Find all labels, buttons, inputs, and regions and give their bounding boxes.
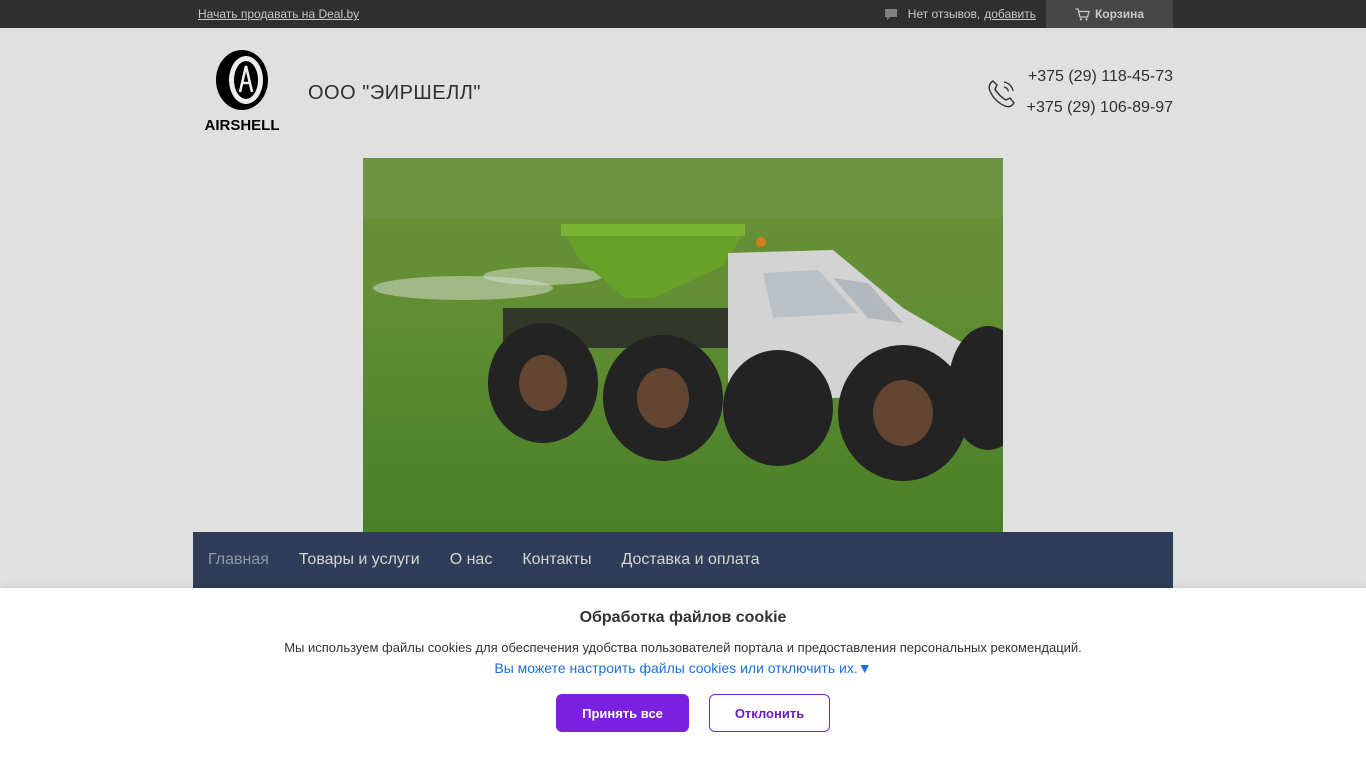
cart-button[interactable]: Корзина — [1046, 0, 1173, 28]
reviews-text: Нет отзывов, — [907, 7, 981, 21]
nav-contacts[interactable]: Контакты — [522, 551, 591, 569]
phone-number-2[interactable]: +375 (29) 106-89-97 — [1027, 99, 1173, 117]
banner-image — [363, 158, 1003, 532]
site-header: AIRSHELL ООО "ЭИРШЕЛЛ" +375 (29) 118-45-… — [0, 28, 1366, 588]
add-review-link[interactable]: добавить — [984, 7, 1036, 21]
nav-home[interactable]: Главная — [208, 551, 269, 569]
airshell-logo[interactable]: AIRSHELL — [198, 50, 286, 132]
cookie-settings-link[interactable]: Вы можете настроить файлы cookies или от… — [0, 660, 1366, 676]
cart-label: Корзина — [1094, 7, 1145, 21]
company-name[interactable]: ООО "ЭИРШЕЛЛ" — [308, 82, 481, 105]
phone-number-1[interactable]: +375 (29) 118-45-73 — [1028, 68, 1173, 86]
start-selling-link[interactable]: Начать продавать на Deal.by — [198, 7, 359, 21]
nav-about[interactable]: О нас — [450, 551, 493, 569]
logo-text: AIRSHELL — [205, 117, 280, 132]
reviews-block: Нет отзывов, добавить — [884, 7, 1036, 21]
decline-button[interactable]: Отклонить — [709, 694, 830, 732]
top-bar: Начать продавать на Deal.by Нет отзывов,… — [0, 0, 1366, 28]
phone-icon — [988, 80, 1015, 108]
cookie-banner: Обработка файлов cookie Мы используем фа… — [0, 588, 1366, 768]
nav-products[interactable]: Товары и услуги — [299, 551, 420, 569]
top-bar-inner: Начать продавать на Deal.by Нет отзывов,… — [193, 0, 1173, 28]
accept-all-button[interactable]: Принять все — [556, 694, 689, 732]
chat-icon — [884, 9, 897, 20]
cookie-text: Мы используем файлы cookies для обеспече… — [284, 640, 1082, 655]
cookie-title: Обработка файлов cookie — [579, 609, 787, 626]
nav-delivery[interactable]: Доставка и оплата — [621, 551, 759, 569]
main-nav: Главная Товары и услуги О нас Контакты Д… — [193, 532, 1173, 588]
cart-icon — [1075, 7, 1090, 20]
